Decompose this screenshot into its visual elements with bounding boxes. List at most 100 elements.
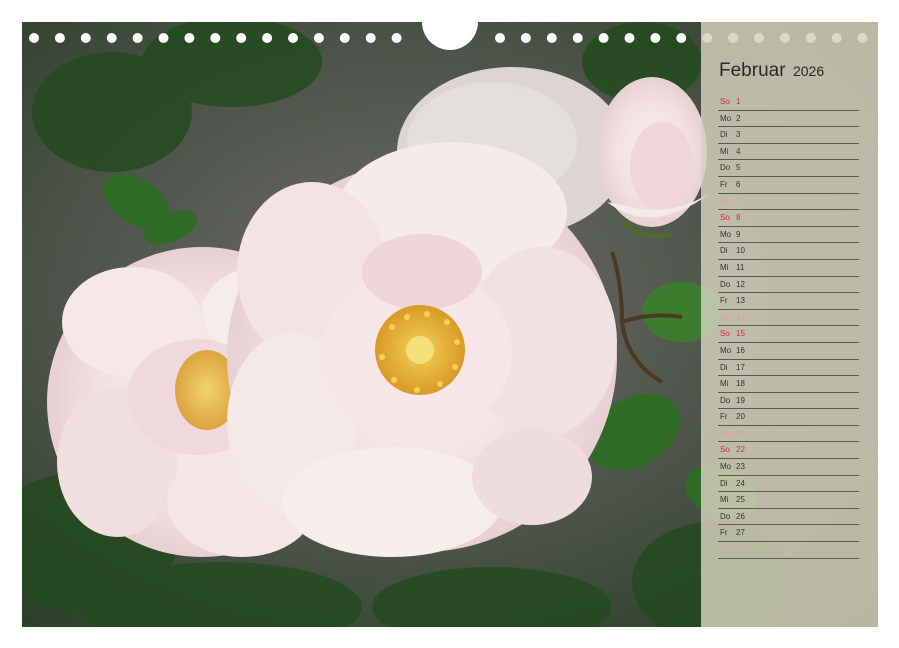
weekday-label: So: [720, 97, 730, 106]
weekday-label: Mi: [720, 379, 729, 389]
binding-hole: [546, 33, 557, 43]
weekday-label: Sa: [720, 196, 730, 206]
binding-hole: [236, 33, 247, 43]
day-number: 13: [736, 296, 745, 306]
binding-hole: [676, 33, 687, 43]
day-row: Fr 6: [718, 177, 859, 194]
day-row: Fr 27: [718, 525, 859, 543]
day-row: Do 19: [718, 393, 859, 410]
weekday-label: Fr: [720, 412, 728, 422]
weekday-label: Mo: [720, 462, 732, 472]
binding-hole: [132, 33, 143, 43]
weekday-label: Fr: [720, 296, 728, 306]
binding-hole: [184, 33, 195, 43]
binding-hole: [391, 33, 402, 43]
day-number: 6: [736, 179, 741, 189]
day-number: 11: [736, 262, 745, 272]
weekday-label: Di: [720, 478, 728, 488]
weekday-label: So: [720, 445, 730, 455]
weekday-label: Do: [720, 511, 731, 521]
weekday-label: Mo: [720, 113, 732, 123]
day-number: 24: [736, 478, 745, 488]
day-row: Di 3: [718, 127, 859, 144]
weekday-label: Mo: [720, 229, 732, 239]
weekday-label: Mi: [720, 146, 729, 156]
day-number: 15: [736, 329, 745, 339]
day-number: 26: [736, 511, 745, 521]
month-year: 2026: [792, 63, 825, 79]
day-row: Di 17: [718, 360, 859, 377]
day-row: Sa 21: [718, 426, 859, 443]
day-row: Di 24: [718, 476, 859, 493]
weekday-label: Mo: [720, 345, 732, 355]
day-number: 1: [736, 97, 741, 106]
day-number: 8: [736, 213, 741, 223]
binding-hole: [106, 33, 117, 43]
day-row: Mi 11: [718, 260, 859, 277]
day-row: So 15: [718, 326, 859, 343]
day-list: So 1 Mo 2 Di 3 Mi 4 Do 5 Fr 6 Sa 7 So 8 Mo 9 Di 10 Mi 11 Do 12 F…: [718, 94, 859, 559]
day-row: Mi 25: [718, 492, 859, 509]
day-row: Mo 16: [718, 343, 859, 360]
binding-hole: [210, 33, 221, 43]
day-row: So 22: [718, 442, 859, 460]
day-row: Mi 4: [718, 144, 859, 161]
day-number: 14: [736, 312, 745, 322]
binding-hole: [80, 33, 91, 43]
weekday-label: Fr: [720, 528, 728, 538]
day-number: 10: [736, 246, 745, 256]
binding-hole: [54, 33, 65, 43]
weekday-label: Mi: [720, 262, 729, 272]
day-number: 23: [736, 462, 745, 472]
binding-hole: [339, 33, 350, 43]
day-number: 17: [736, 362, 745, 372]
day-row: Mi 18: [718, 376, 859, 393]
weekday-label: Mi: [720, 495, 729, 505]
binding-hole: [520, 33, 531, 43]
month-name: Februar: [719, 60, 786, 81]
binding-hole: [650, 33, 661, 43]
binding-hole: [624, 33, 635, 43]
day-number: 20: [736, 412, 745, 422]
day-row: Sa 7: [718, 194, 859, 211]
day-row: Sa 28: [718, 542, 859, 559]
weekday-label: Sa: [720, 428, 730, 438]
day-row: Do 26: [718, 509, 859, 526]
day-row: Fr 20: [718, 409, 859, 426]
calendar-panel: Februar 2026 So 1 Mo 2 Di 3 Mi 4 Do 5 Fr 6 Sa 7 So 8 Mo 9…: [701, 22, 878, 627]
day-number: 18: [736, 379, 745, 389]
day-row: Sa 14: [718, 310, 859, 327]
day-row: So 8: [718, 210, 859, 227]
calendar-page: Februar 2026 So 1 Mo 2 Di 3 Mi 4 Do 5 Fr 6 Sa 7 So 8 Mo 9…: [22, 22, 878, 627]
day-row: Do 5: [718, 160, 859, 177]
day-number: 3: [736, 130, 741, 140]
day-number: 28: [736, 545, 745, 555]
day-number: 12: [736, 279, 745, 289]
day-number: 16: [736, 345, 745, 355]
binding-hole: [288, 33, 298, 43]
day-number: 9: [736, 229, 741, 239]
day-number: 27: [736, 528, 745, 538]
day-number: 7: [736, 196, 741, 206]
weekday-label: Sa: [720, 312, 730, 322]
weekday-label: So: [720, 213, 730, 223]
day-number: 2: [736, 113, 741, 123]
day-number: 25: [736, 495, 745, 505]
day-number: 4: [736, 146, 741, 156]
day-number: 19: [736, 395, 745, 405]
weekday-label: So: [720, 329, 730, 339]
day-row: Mo 2: [718, 111, 859, 128]
weekday-label: Di: [720, 246, 728, 256]
day-number: 5: [736, 163, 741, 173]
month-heading: Februar 2026: [719, 60, 824, 82]
weekday-label: Fr: [720, 179, 728, 189]
binding-hole: [262, 33, 273, 43]
binding-hole: [365, 33, 376, 43]
day-row: Do 12: [718, 277, 859, 294]
day-row: Fr 13: [718, 293, 859, 310]
binding-hole: [598, 33, 609, 43]
day-number: 22: [736, 445, 745, 455]
weekday-label: Do: [720, 395, 731, 405]
binding-hole: [572, 33, 583, 43]
binding-hole: [29, 33, 39, 43]
